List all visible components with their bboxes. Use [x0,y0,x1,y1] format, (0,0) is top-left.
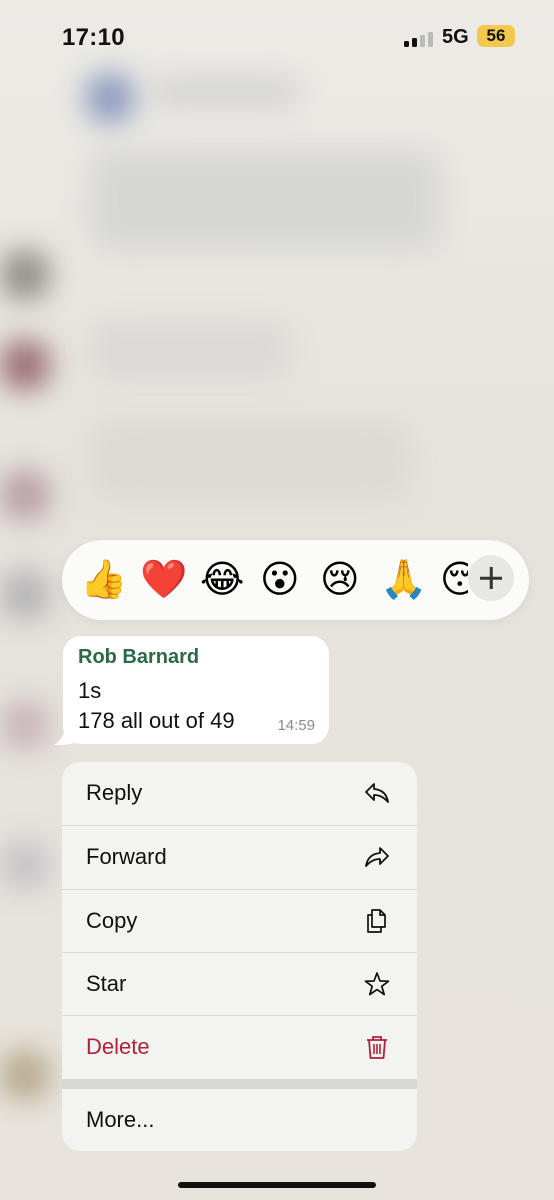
blurred-avatar [0,250,50,300]
blurred-avatar [84,72,136,124]
status-bar: 17:10 5G 56 [0,0,554,70]
blurred-message [90,420,410,500]
blurred-message [90,320,290,380]
reaction-surprised[interactable]: 😮 [260,558,300,602]
menu-item-label: Forward [86,844,167,869]
reaction-heart[interactable]: ❤️ [140,558,187,602]
forward-icon [365,847,389,867]
menu-item-copy[interactable]: Copy [62,890,417,953]
message-timestamp: 14:59 [277,717,315,734]
star-icon [364,972,390,996]
message-line-2: 178 all out of 49 [78,708,235,733]
blurred-message [90,150,440,250]
menu-item-reply[interactable]: Reply [62,762,417,825]
message-line-1: 1s [78,678,102,703]
copy-icon [367,909,386,933]
reaction-sad[interactable]: 😢 [320,558,360,602]
more-reactions-plus-icon[interactable] [468,555,514,601]
menu-item-label: Delete [86,1034,150,1059]
message-context-menu: Reply Forward Copy Star Delete More... [62,762,417,1151]
menu-item-forward[interactable]: Forward [62,826,417,889]
blurred-avatar [0,570,50,620]
reaction-pray[interactable]: 🙏 [380,558,427,602]
status-time: 17:10 [62,24,125,51]
menu-item-label: Reply [86,780,143,805]
blurred-avatar [0,470,50,520]
reaction-bar: 👍 ❤️ 😂 😮 😢 🙏 😴 [62,540,529,620]
blurred-avatar [0,1050,50,1100]
blurred-avatar [0,340,50,390]
network-type: 5G [442,26,469,48]
menu-item-delete[interactable]: Delete [62,1016,417,1079]
reply-icon [365,783,389,803]
menu-item-more[interactable]: More... [62,1089,417,1151]
divider-thick [62,1079,417,1089]
home-indicator[interactable] [178,1182,376,1188]
battery-badge: 56 [477,25,515,47]
reaction-sleeping[interactable]: 😴 [440,558,468,602]
blurred-avatar [0,840,50,890]
cellular-signal-icon [404,31,436,47]
message-sender: Rob Barnard [78,646,200,668]
menu-item-label: More... [86,1107,155,1132]
reaction-laughing[interactable]: 😂 [200,558,244,602]
blurred-header-text [150,80,300,104]
trash-icon [367,1036,387,1059]
menu-item-label: Copy [86,908,138,933]
menu-item-star[interactable]: Star [62,953,417,1016]
menu-item-label: Star [86,971,127,996]
message-bubble[interactable]: Rob Barnard 1s 178 all out of 49 14:59 [63,636,329,744]
reaction-thumbs-up[interactable]: 👍 [80,558,127,602]
blurred-avatar [0,700,50,750]
